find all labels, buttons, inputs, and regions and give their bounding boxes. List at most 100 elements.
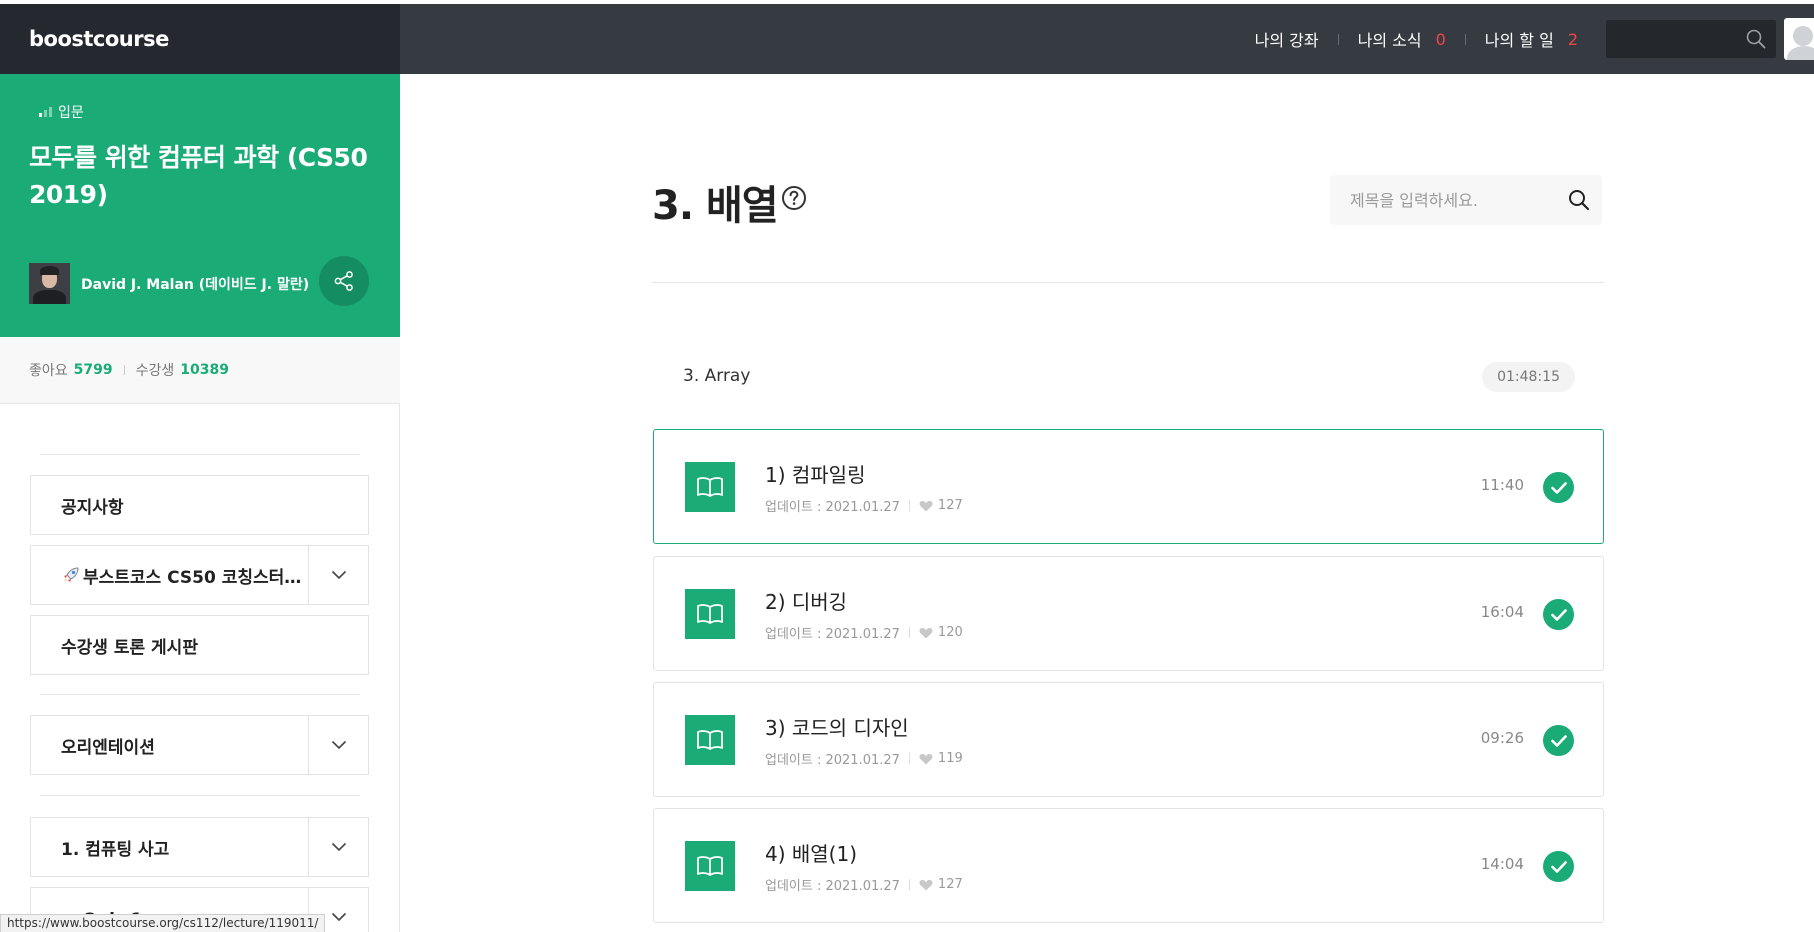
- likes-label: 좋아요: [29, 363, 68, 379]
- instructor-name: David J. Malan (데이비드 J. 말란): [81, 276, 310, 293]
- lecture-search: [1330, 175, 1602, 225]
- nav-my-todo[interactable]: 나의 할 일 2: [1485, 27, 1578, 51]
- menu-coaching-study[interactable]: 부스트코스 CS50 코칭스터…: [30, 545, 369, 605]
- meta-divider: [908, 500, 910, 511]
- lesson-meta: 업데이트 : 2021.01.27 120: [765, 623, 963, 642]
- menu-computational-thinking[interactable]: 1. 컴퓨팅 사고: [30, 817, 369, 877]
- course-level-label: 입문: [58, 105, 84, 121]
- help-icon[interactable]: [781, 185, 807, 215]
- chapter-name: 3. Array: [683, 366, 751, 386]
- menu-notice[interactable]: 공지사항: [30, 475, 369, 535]
- nav-my-news-label: 나의 소식: [1357, 31, 1422, 50]
- lesson-updated: 업데이트 : 2021.01.27: [765, 879, 900, 894]
- lesson-likes: 120: [937, 625, 963, 640]
- heart-icon: [919, 627, 933, 638]
- menu-computational-thinking-label: 1. 컴퓨팅 사고: [61, 839, 170, 860]
- menu-notice-label: 공지사항: [61, 497, 124, 518]
- user-avatar[interactable]: [1784, 18, 1814, 60]
- search-icon[interactable]: [1746, 29, 1766, 53]
- share-button[interactable]: [319, 256, 369, 306]
- likes-count: 5799: [73, 362, 113, 378]
- instructor[interactable]: David J. Malan (데이비드 J. 말란): [29, 263, 309, 304]
- lesson-item[interactable]: 2) 디버깅 업데이트 : 2021.01.27 120 16:04: [653, 556, 1604, 671]
- course-title: 모두를 위한 컴퓨터 과학 (CS50 2019): [29, 143, 368, 209]
- share-icon: [334, 271, 353, 291]
- lecture-search-input[interactable]: [1330, 175, 1550, 225]
- check-icon: [1543, 472, 1574, 503]
- menu-discussion-board[interactable]: 수강생 토론 게시판: [30, 615, 369, 675]
- chevron-down-icon[interactable]: [308, 818, 368, 876]
- lesson-duration: 11:40: [1480, 476, 1524, 494]
- nav-divider: [1337, 33, 1339, 45]
- lesson-duration: 09:26: [1480, 729, 1524, 747]
- check-icon: [1543, 851, 1574, 882]
- chevron-down-icon[interactable]: [308, 716, 368, 774]
- lesson-item[interactable]: 3) 코드의 디자인 업데이트 : 2021.01.27 119 09:26: [653, 682, 1604, 797]
- sidebar-divider: [40, 795, 360, 796]
- course-level: 입문: [39, 102, 84, 122]
- nav-my-todo-label: 나의 할 일: [1484, 31, 1554, 50]
- title-divider: [652, 282, 1604, 283]
- lesson-duration: 14:04: [1480, 855, 1524, 873]
- meta-divider: [908, 627, 910, 638]
- lesson-duration: 16:04: [1480, 603, 1524, 621]
- heart-icon: [919, 500, 933, 511]
- lesson-meta: 업데이트 : 2021.01.27 119: [765, 749, 963, 768]
- lesson-item[interactable]: 1) 컴파일링 업데이트 : 2021.01.27 127 11:40: [653, 429, 1604, 544]
- instructor-photo: [29, 263, 70, 304]
- rocket-icon: [64, 567, 79, 582]
- book-icon: [685, 589, 735, 639]
- top-nav: 나의 강좌 나의 소식 0 나의 할 일 2: [1255, 4, 1814, 74]
- meta-divider: [908, 753, 910, 764]
- page: boostcourse 나의 강좌 나의 소식 0 나의 할 일 2 입문 모두…: [0, 0, 1814, 932]
- book-icon: [685, 715, 735, 765]
- students-count: 10389: [180, 362, 229, 378]
- lesson-updated: 업데이트 : 2021.01.27: [765, 753, 900, 768]
- header-search-input[interactable]: [1606, 20, 1736, 58]
- course-stats: 좋아요 5799 수강생 10389: [0, 337, 400, 404]
- sidebar-divider: [40, 454, 360, 455]
- nav-my-news[interactable]: 나의 소식 0: [1358, 27, 1446, 51]
- lesson-likes: 127: [937, 877, 963, 892]
- lesson-meta: 업데이트 : 2021.01.27 127: [765, 875, 963, 894]
- nav-my-courses[interactable]: 나의 강좌: [1255, 27, 1319, 51]
- chevron-down-icon[interactable]: [308, 546, 368, 604]
- lesson-title: 4) 배열(1): [765, 842, 858, 866]
- section-title: 3. 배열: [652, 183, 779, 229]
- logo-area: boostcourse: [0, 4, 400, 74]
- lesson-item[interactable]: 4) 배열(1) 업데이트 : 2021.01.27 127 14:04: [653, 808, 1604, 923]
- menu-orientation[interactable]: 오리엔테이션: [30, 715, 369, 775]
- book-icon: [685, 841, 735, 891]
- logo[interactable]: boostcourse: [29, 27, 169, 51]
- search-icon[interactable]: [1568, 189, 1590, 215]
- menu-coaching-study-label: 부스트코스 CS50 코칭스터…: [83, 567, 302, 588]
- students-label: 수강생: [135, 363, 175, 379]
- check-icon: [1543, 599, 1574, 630]
- lesson-title: 3) 코드의 디자인: [765, 716, 909, 740]
- nav-my-courses-label: 나의 강좌: [1254, 31, 1319, 50]
- browser-status-url: https://www.boostcourse.org/cs112/lectur…: [0, 914, 326, 932]
- heart-icon: [919, 879, 933, 890]
- course-header: 입문 모두를 위한 컴퓨터 과학 (CS50 2019) David J. Ma…: [0, 74, 400, 337]
- lesson-title: 1) 컴파일링: [765, 463, 866, 487]
- stats-divider: [123, 365, 125, 375]
- header-search: [1606, 20, 1776, 58]
- menu-discussion-board-label: 수강생 토론 게시판: [61, 637, 198, 658]
- menu-coaching-study-label-wrap: 부스트코스 CS50 코칭스터…: [31, 563, 308, 588]
- book-icon: [685, 462, 735, 512]
- meta-divider: [908, 879, 910, 890]
- level-bars-icon: [39, 107, 52, 117]
- chapter-header: 3. Array 01:48:15: [652, 360, 1604, 394]
- nav-my-todo-count: 2: [1567, 29, 1578, 49]
- sidebar: 입문 모두를 위한 컴퓨터 과학 (CS50 2019) David J. Ma…: [0, 74, 400, 932]
- lesson-likes: 119: [937, 751, 963, 766]
- lesson-title: 2) 디버깅: [765, 590, 848, 614]
- menu-orientation-label: 오리엔테이션: [61, 737, 155, 758]
- lesson-meta: 업데이트 : 2021.01.27 127: [765, 496, 963, 515]
- nav-divider: [1464, 33, 1466, 45]
- lesson-updated: 업데이트 : 2021.01.27: [765, 627, 900, 642]
- heart-icon: [919, 753, 933, 764]
- chapter-duration: 01:48:15: [1482, 362, 1575, 392]
- top-header: boostcourse 나의 강좌 나의 소식 0 나의 할 일 2: [0, 4, 1814, 74]
- lesson-updated: 업데이트 : 2021.01.27: [765, 500, 900, 515]
